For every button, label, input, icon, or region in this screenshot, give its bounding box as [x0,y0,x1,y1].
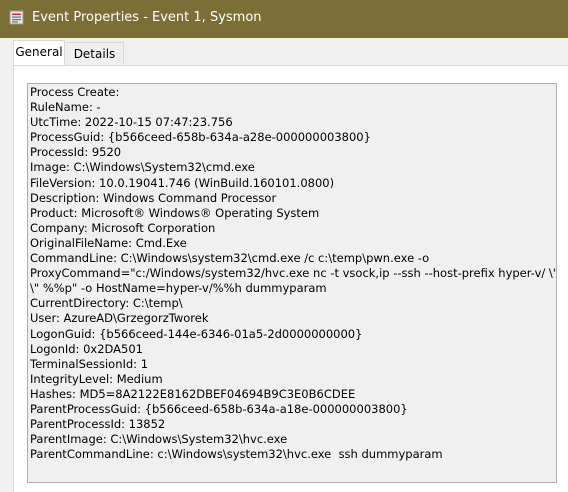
event-text-line: Image: C:\Windows\System32\cmd.exe [30,160,255,175]
tab-general[interactable]: General [13,40,65,65]
event-text-line: CommandLine: C:\Windows\system32\cmd.exe… [30,251,430,266]
event-text-line: ProxyCommand="c:/Windows/system32/hvc.ex… [30,266,557,281]
window-title: Event Properties - Event 1, Sysmon [32,10,262,25]
event-properties-window: Event Properties - Event 1, Sysmon Gener… [0,0,568,492]
event-text-line: ParentProcessGuid: {b566ceed-658b-634a-a… [30,401,408,416]
event-text-line: Hashes: MD5=8A2122E8162DBEF04694B9C3E0B6… [30,386,356,401]
event-text-line: Product: Microsoft® Windows® Operating S… [30,205,320,220]
event-text-line: ParentImage: C:\Windows\System32\hvc.exe [30,432,288,447]
event-text-line: CurrentDirectory: C:\temp\ [30,296,183,311]
title-bar[interactable]: Event Properties - Event 1, Sysmon [0,0,568,38]
event-text-line: LogonGuid: {b566ceed-144e-6346-01a5-2d00… [30,326,363,341]
event-text-line: TerminalSessionId: 1 [30,356,149,371]
event-text-line: ProcessGuid: {b566ceed-658b-634a-a28e-00… [30,130,371,145]
event-text-lines: Process Create: RuleName: - UtcTime: 202… [30,85,557,462]
event-text-line: OriginalFileName: Cmd.Exe [30,235,187,250]
event-text-line: FileVersion: 10.0.19041.746 (WinBuild.16… [30,175,335,190]
event-description-textbox[interactable]: Process Create: RuleName: - UtcTime: 202… [27,83,557,483]
event-text-line: LogonId: 0x2DA501 [30,341,143,356]
event-text-line: User: AzureAD\GrzegorzTworek [30,311,209,326]
tab-details[interactable]: Details [66,42,124,64]
event-viewer-icon [9,10,24,25]
event-text-line: RuleName: - [30,100,101,115]
event-text-line: \" %%p" -o HostName=hyper-v/%%h dummypar… [30,281,327,296]
tab-strip: General Details [13,40,563,66]
event-text-line: Description: Windows Command Processor [30,190,277,205]
event-text-line: ParentProcessId: 13852 [30,417,166,432]
event-text-line: ProcessId: 9520 [30,145,122,160]
event-text-line: IntegrityLevel: Medium [30,371,163,386]
event-text-line: ParentCommandLine: c:\Windows\system32\h… [30,447,443,462]
event-text-line: UtcTime: 2022-10-15 07:47:23.756 [30,115,233,130]
event-text-line: Process Create: [30,85,120,99]
event-text-line: Company: Microsoft Corporation [30,220,216,235]
